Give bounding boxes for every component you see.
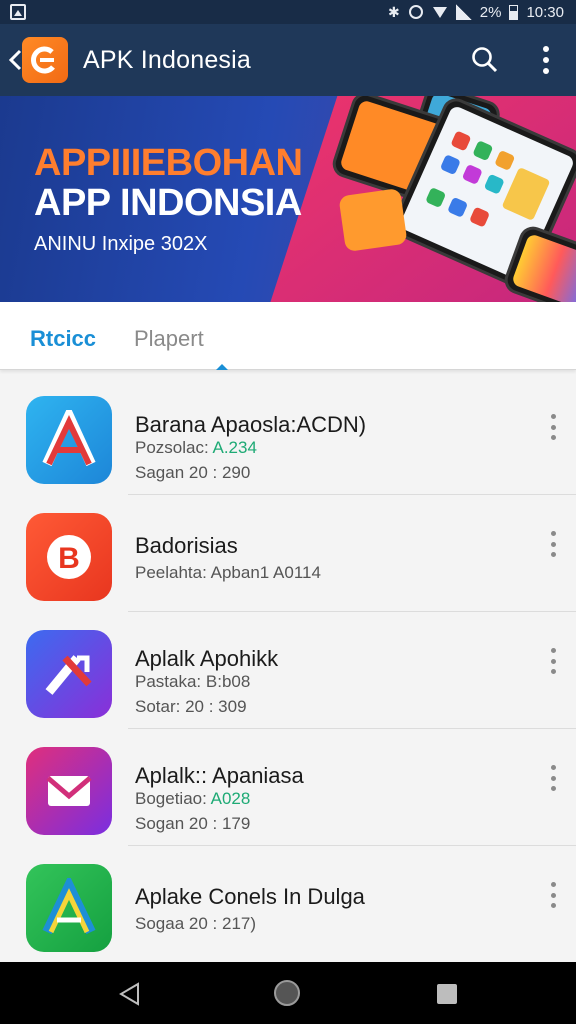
banner-headline: APPIIIEBOHAN — [34, 142, 303, 184]
banner-subtitle: ANINU Inxipe 302X — [34, 233, 208, 255]
app-title: APK Indonesia — [83, 46, 251, 74]
image-icon — [10, 4, 26, 20]
status-time: 10:30 — [526, 3, 564, 21]
app-icon-b-orange: B — [26, 513, 112, 601]
app-meta-1: Peelahta: Apban1 A0114 — [135, 563, 321, 582]
wifi-icon — [432, 4, 448, 20]
app-name: Aplalk Apohikk — [135, 646, 279, 671]
app-meta-1: Sogaa 20 : 217) — [135, 914, 257, 933]
battery-icon — [509, 4, 519, 20]
bluetooth-icon: ✱ — [388, 3, 400, 20]
list-item[interactable]: Aplake Conels In Dulga Sogaa 20 : 217) — [0, 846, 576, 963]
app-icon-a-green — [26, 864, 112, 952]
app-meta-1: Bogetiao: A028 — [135, 789, 251, 808]
app-icon-a-red — [26, 396, 112, 484]
tab-indicator — [216, 364, 228, 370]
app-list: Barana Apaosla:ACDN) Pozsolac: A.234 Sag… — [0, 378, 576, 963]
list-item[interactable]: Barana Apaosla:ACDN) Pozsolac: A.234 Sag… — [0, 378, 576, 495]
more-vert-icon[interactable] — [532, 44, 560, 76]
status-bar: ✱ 2% 10:30 — [0, 0, 576, 24]
app-icon-slash-purple — [26, 630, 112, 718]
system-nav-bar — [0, 962, 576, 1024]
app-meta-2: Sotar: 20 : 309 — [135, 697, 247, 716]
signal-icon — [455, 4, 472, 20]
more-vert-icon[interactable] — [546, 765, 560, 791]
list-item[interactable]: B Badorisias Peelahta: Apban1 A0114 — [0, 495, 576, 612]
list-item[interactable]: Aplalk Apohikk Pastaka: B:b08 Sotar: 20 … — [0, 612, 576, 729]
banner-title: APP INDONSIA — [34, 182, 302, 224]
app-name: Barana Apaosla:ACDN) — [135, 412, 367, 437]
status-icons: ✱ 2% 10:30 — [388, 0, 564, 24]
promo-banner[interactable]: APPIIIEBOHAN APP INDONSIA ANINU Inxipe 3… — [0, 96, 576, 302]
tab-bar: Rtcicc Plapert — [0, 302, 576, 370]
app-name: Aplake Conels In Dulga — [135, 884, 365, 909]
tab-popular[interactable]: Plapert — [134, 326, 204, 352]
tab-recent[interactable]: Rtcicc — [30, 326, 96, 352]
app-meta-1: Pastaka: B:b08 — [135, 672, 251, 691]
app-name: Badorisias — [135, 533, 238, 558]
app-logo-icon[interactable] — [22, 37, 68, 83]
more-vert-icon[interactable] — [546, 882, 560, 908]
more-vert-icon[interactable] — [546, 414, 560, 440]
nav-back-icon[interactable] — [118, 982, 140, 1006]
app-bar: APK Indonesia — [0, 24, 576, 96]
search-icon[interactable] — [469, 44, 501, 76]
nav-home-icon[interactable] — [274, 980, 300, 1006]
app-meta-1: Pozsolac: A.234 — [135, 438, 257, 457]
nav-recents-icon[interactable] — [437, 984, 457, 1004]
vibrate-icon — [408, 4, 424, 20]
app-meta-2: Sagan 20 : 290 — [135, 463, 251, 482]
app-name: Aplalk:: Apaniasa — [135, 763, 304, 788]
more-vert-icon[interactable] — [546, 648, 560, 674]
svg-text:B: B — [58, 542, 80, 575]
app-meta-2: Sogan 20 : 179 — [135, 814, 251, 833]
banner-app-logo — [338, 187, 408, 253]
list-item[interactable]: Aplalk:: Apaniasa Bogetiao: A028 Sogan 2… — [0, 729, 576, 846]
battery-percent: 2% — [479, 3, 502, 21]
more-vert-icon[interactable] — [546, 531, 560, 557]
app-icon-mail-magenta — [26, 747, 112, 835]
